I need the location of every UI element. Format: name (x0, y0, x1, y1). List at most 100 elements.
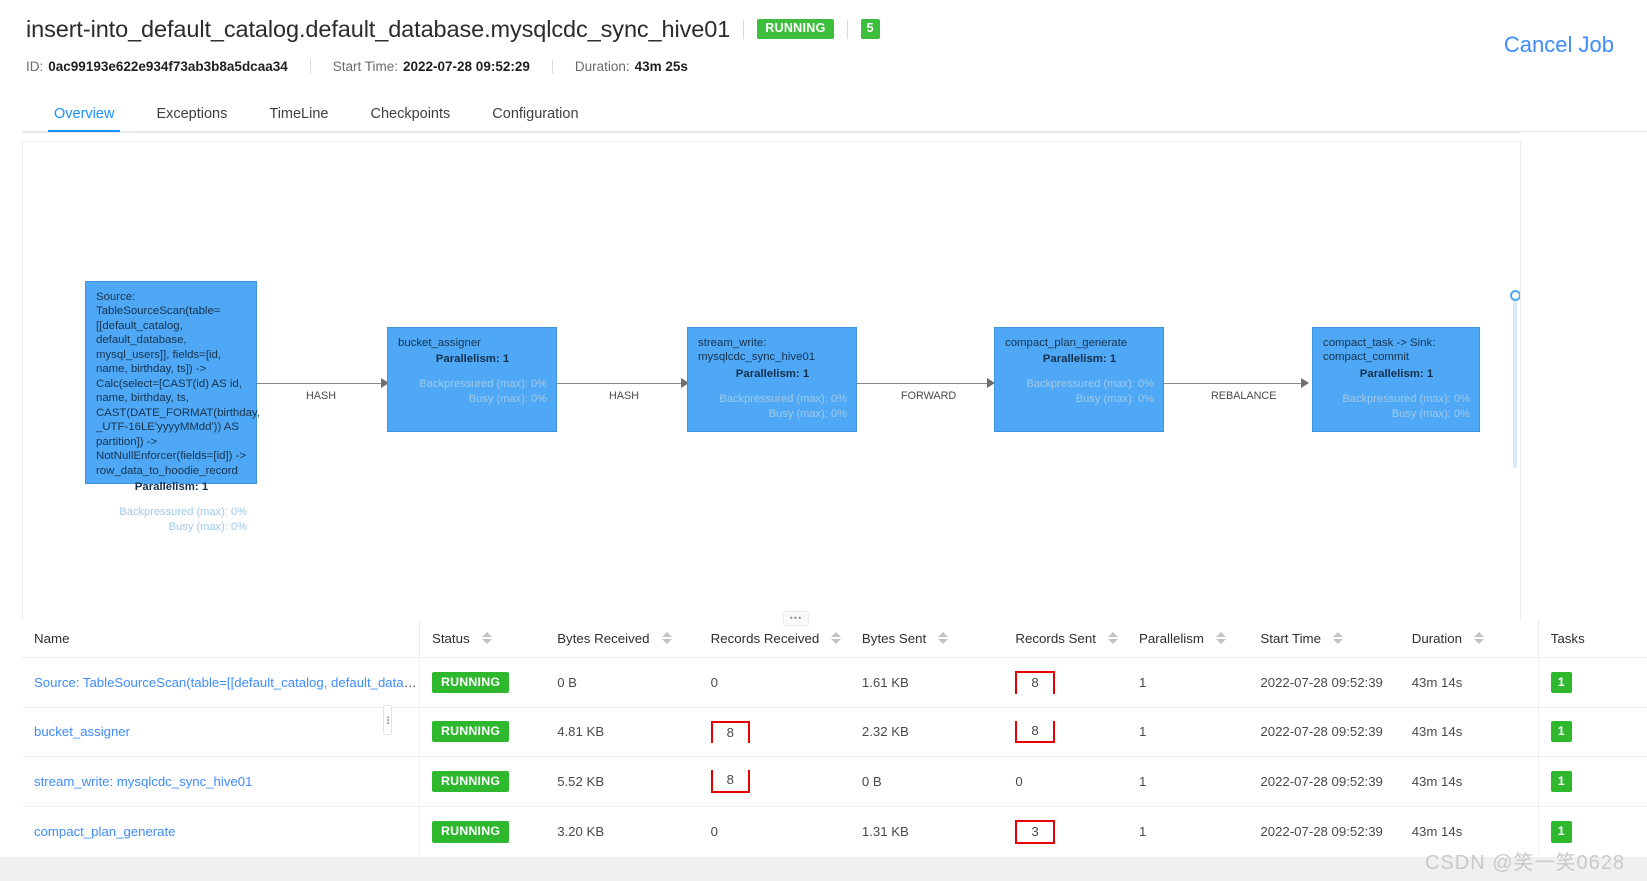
cell-bytes-sent: 2.32 KB (849, 707, 1004, 758)
sort-icon[interactable] (1216, 632, 1227, 645)
cell-name[interactable]: Source: TableSourceScan(table=[[default_… (22, 657, 420, 708)
graph-node-compact-task-sink[interactable]: compact_task -> Sink: compact_commit Par… (1312, 327, 1480, 432)
graph-node-bucket-assigner[interactable]: bucket_assigner Parallelism: 1 Backpress… (387, 327, 557, 432)
column-header-parallelism[interactable]: Parallelism (1126, 620, 1249, 658)
column-header-duration[interactable]: Duration (1399, 620, 1539, 658)
vertex-link[interactable]: Source: TableSourceScan(table=[[default_… (34, 675, 419, 690)
tasks-badge: 1 (1550, 721, 1572, 743)
graph-edge-label-hash-2: HASH (609, 390, 639, 402)
graph-node-busy: Busy (max): 0% (1391, 407, 1470, 420)
graph-zoom-slider-track[interactable] (1509, 290, 1520, 468)
highlight-box: 3 (1015, 819, 1055, 845)
meta-divider-1 (309, 58, 311, 74)
column-header-label: Start Time (1260, 631, 1322, 646)
column-resize-handle[interactable]: ••• (383, 705, 393, 735)
table-row[interactable]: Source: TableSourceScan(table=[[default_… (22, 657, 1647, 708)
column-header-bytes-received[interactable]: Bytes Received (545, 620, 699, 658)
cell-duration: 43m 14s (1399, 756, 1539, 807)
cell-bytes-received: 4.81 KB (545, 707, 699, 758)
sort-icon[interactable] (1474, 632, 1485, 645)
cell-name[interactable]: stream_write: mysqlcdc_sync_hive01 (22, 756, 420, 807)
tab-overview[interactable]: Overview (47, 106, 121, 132)
tab-exceptions[interactable]: Exceptions (154, 106, 229, 132)
graph-node-busy: Busy (max): 0% (768, 407, 847, 420)
column-header-status[interactable]: Status (418, 620, 546, 658)
cell-bytes-sent: 1.61 KB (849, 657, 1004, 708)
status-badge: RUNNING (757, 19, 834, 39)
graph-edge-line-4 (1164, 383, 1308, 384)
tab-timeline[interactable]: TimeLine (267, 106, 330, 132)
cell-parallelism: 1 (1126, 707, 1249, 758)
vertex-link[interactable]: stream_write: mysqlcdc_sync_hive01 (34, 774, 252, 789)
tab-bar: Overview Exceptions TimeLine Checkpoints… (26, 94, 1647, 132)
meta-divider-2 (551, 58, 553, 74)
column-header-records-received[interactable]: Records Received (698, 620, 850, 658)
graph-node-compact-plan-generate[interactable]: compact_plan_generate Parallelism: 1 Bac… (994, 327, 1164, 432)
column-header-tasks[interactable]: Tasks (1537, 620, 1647, 658)
vertex-link[interactable]: bucket_assigner (34, 724, 130, 739)
table-row[interactable]: stream_write: mysqlcdc_sync_hive01 RUNNI… (22, 756, 1647, 807)
cell-name[interactable]: compact_plan_generate (22, 806, 420, 859)
column-header-records-sent[interactable]: Records Sent (1003, 620, 1127, 658)
sort-icon[interactable] (1108, 632, 1119, 645)
job-header: insert-into_default_catalog.default_data… (0, 0, 1647, 132)
duration-label: Duration: (574, 58, 630, 74)
cancel-job-button[interactable]: Cancel Job (1504, 32, 1614, 58)
sort-icon[interactable] (1333, 632, 1344, 645)
graph-zoom-slider-handle[interactable] (1509, 290, 1520, 301)
graph-edge-arrow-4 (1301, 378, 1309, 388)
table-body: Source: TableSourceScan(table=[[default_… (22, 657, 1647, 881)
job-dataflow-graph[interactable]: Source: TableSourceScan(table=[[default_… (22, 141, 1521, 620)
graph-node-title: stream_write: mysqlcdc_sync_hive01 (698, 337, 816, 364)
tab-configuration[interactable]: Configuration (490, 106, 580, 132)
graph-edge-label-hash-1: HASH (306, 390, 336, 402)
tasks-badge: 1 (1550, 770, 1572, 792)
status-badge: RUNNING (431, 721, 510, 743)
graph-node-title: compact_plan_generate (1005, 337, 1128, 349)
column-header-label: Parallelism (1138, 631, 1204, 646)
status-badge: RUNNING (431, 770, 510, 792)
graph-node-metrics: Backpressured (max): 0% Busy (max): 0% (698, 392, 847, 422)
cell-records-received: 0 (698, 657, 850, 708)
table-row[interactable]: compact_plan_generate RUNNING 3.20 KB 0 … (22, 806, 1647, 859)
vertex-link[interactable]: compact_plan_generate (34, 824, 176, 839)
graph-node-backpressured: Backpressured (max): 0% (419, 378, 547, 391)
column-header-bytes-sent[interactable]: Bytes Sent (849, 620, 1004, 658)
graph-node-busy: Busy (max): 0% (468, 393, 547, 406)
job-id-value: 0ac99193e622e934f73ab3b8a5dcaa34 (48, 58, 288, 74)
column-header-label: Bytes Sent (861, 631, 927, 646)
sort-icon[interactable] (661, 632, 672, 645)
graph-node-parallelism: Parallelism: 1 (1359, 367, 1434, 380)
graph-node-metrics: Backpressured (max): 0% Busy (max): 0% (1323, 392, 1470, 422)
sort-icon[interactable] (831, 632, 842, 645)
highlight-box: 8 (1015, 720, 1055, 744)
sort-icon[interactable] (938, 632, 949, 645)
table-row[interactable]: bucket_assigner RUNNING 4.81 KB 8 2.32 K… (22, 707, 1647, 758)
badge-divider (846, 19, 848, 39)
graph-node-source[interactable]: Source: TableSourceScan(table=[[default_… (85, 281, 260, 533)
job-title-row: insert-into_default_catalog.default_data… (26, 12, 1647, 46)
job-id-label: ID: (26, 58, 44, 74)
subtasks-table: Name Status Bytes Received Records Recei… (22, 620, 1647, 881)
tasks-badge: 1 (1550, 821, 1572, 843)
cell-status: RUNNING (418, 657, 546, 708)
cell-start-time: 2022-07-28 09:52:39 (1248, 806, 1400, 859)
graph-edge-line-2 (557, 383, 689, 384)
cell-name[interactable]: bucket_assigner (22, 707, 420, 758)
cell-tasks: 1 (1537, 707, 1647, 758)
graph-node-parallelism: Parallelism: 1 (134, 481, 209, 494)
cell-parallelism: 1 (1126, 657, 1249, 708)
tasks-badge: 1 (1550, 671, 1572, 693)
panel-resize-handle[interactable]: ••• (783, 611, 809, 626)
graph-node-stream-write[interactable]: stream_write: mysqlcdc_sync_hive01 Paral… (687, 327, 857, 432)
start-time-label: Start Time: (332, 58, 398, 74)
column-header-start-time[interactable]: Start Time (1248, 620, 1400, 658)
graph-node-backpressured: Backpressured (max): 0% (1342, 392, 1470, 405)
job-meta-row: ID: 0ac99193e622e934f73ab3b8a5dcaa34 Sta… (26, 52, 1647, 80)
cell-tasks: 1 (1537, 657, 1647, 708)
flink-job-dashboard: insert-into_default_catalog.default_data… (0, 0, 1647, 881)
column-header-name[interactable]: Name (22, 620, 420, 658)
sort-icon[interactable] (481, 632, 492, 645)
tab-checkpoints[interactable]: Checkpoints (368, 106, 452, 132)
highlight-box: 8 (710, 720, 750, 744)
